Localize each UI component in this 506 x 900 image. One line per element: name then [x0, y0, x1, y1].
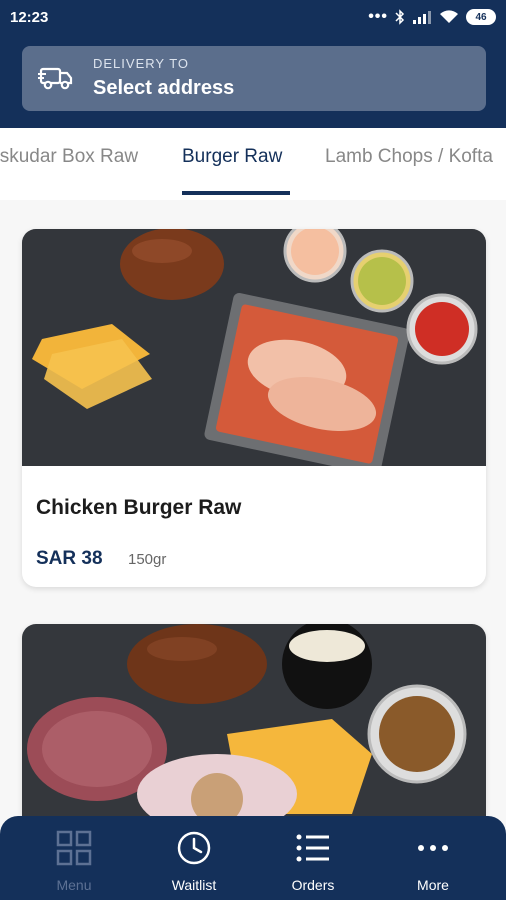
nav-orders[interactable]: Orders [253, 816, 373, 900]
delivery-label: DELIVERY TO [93, 56, 190, 71]
product-image [22, 229, 486, 466]
nav-menu[interactable]: Menu [14, 816, 134, 900]
wifi-icon [440, 10, 458, 23]
product-card[interactable]: Chicken Burger Raw SAR 38 150gr [22, 229, 486, 587]
nav-orders-label: Orders [291, 877, 335, 893]
clock-icon [177, 831, 211, 865]
delivery-address-selector[interactable]: DELIVERY TO Select address [22, 46, 486, 111]
more-dots-icon [418, 845, 448, 851]
nav-more-label: More [417, 877, 449, 893]
nav-waitlist-label: Waitlist [171, 877, 217, 893]
signal-icon [413, 11, 431, 24]
list-icon [296, 834, 329, 862]
nav-waitlist[interactable]: Waitlist [134, 816, 254, 900]
battery-icon: 46 [466, 9, 496, 25]
tab-lamb-chops-kofta[interactable]: Lamb Chops / Kofta [325, 146, 493, 168]
tab-uskudar-box-raw[interactable]: Üskudar Box Raw [0, 146, 138, 168]
status-bar: 12:23 ••• 46 [0, 0, 506, 36]
product-name: Chicken Burger Raw [36, 496, 242, 519]
delivery-truck-icon [38, 67, 73, 90]
nav-more[interactable]: More [373, 816, 493, 900]
grid-icon [56, 830, 92, 866]
bottom-navigation: Menu Waitlist Orders More [0, 816, 506, 900]
notification-dots-icon: ••• [368, 8, 388, 25]
tab-burger-raw[interactable]: Burger Raw [182, 146, 282, 168]
nav-menu-label: Menu [56, 877, 92, 893]
app-header: 12:23 ••• 46 DELIVERY TO Select address [0, 0, 506, 128]
active-tab-indicator [182, 191, 290, 195]
status-time: 12:23 [10, 9, 49, 26]
product-price: SAR 38 [36, 548, 103, 569]
status-icons: ••• 46 [368, 9, 496, 25]
product-weight: 150gr [128, 551, 167, 568]
delivery-address-value: Select address [93, 77, 235, 99]
category-tabs: Üskudar Box Raw Burger Raw Lamb Chops / … [0, 128, 506, 200]
bluetooth-icon [395, 9, 405, 25]
